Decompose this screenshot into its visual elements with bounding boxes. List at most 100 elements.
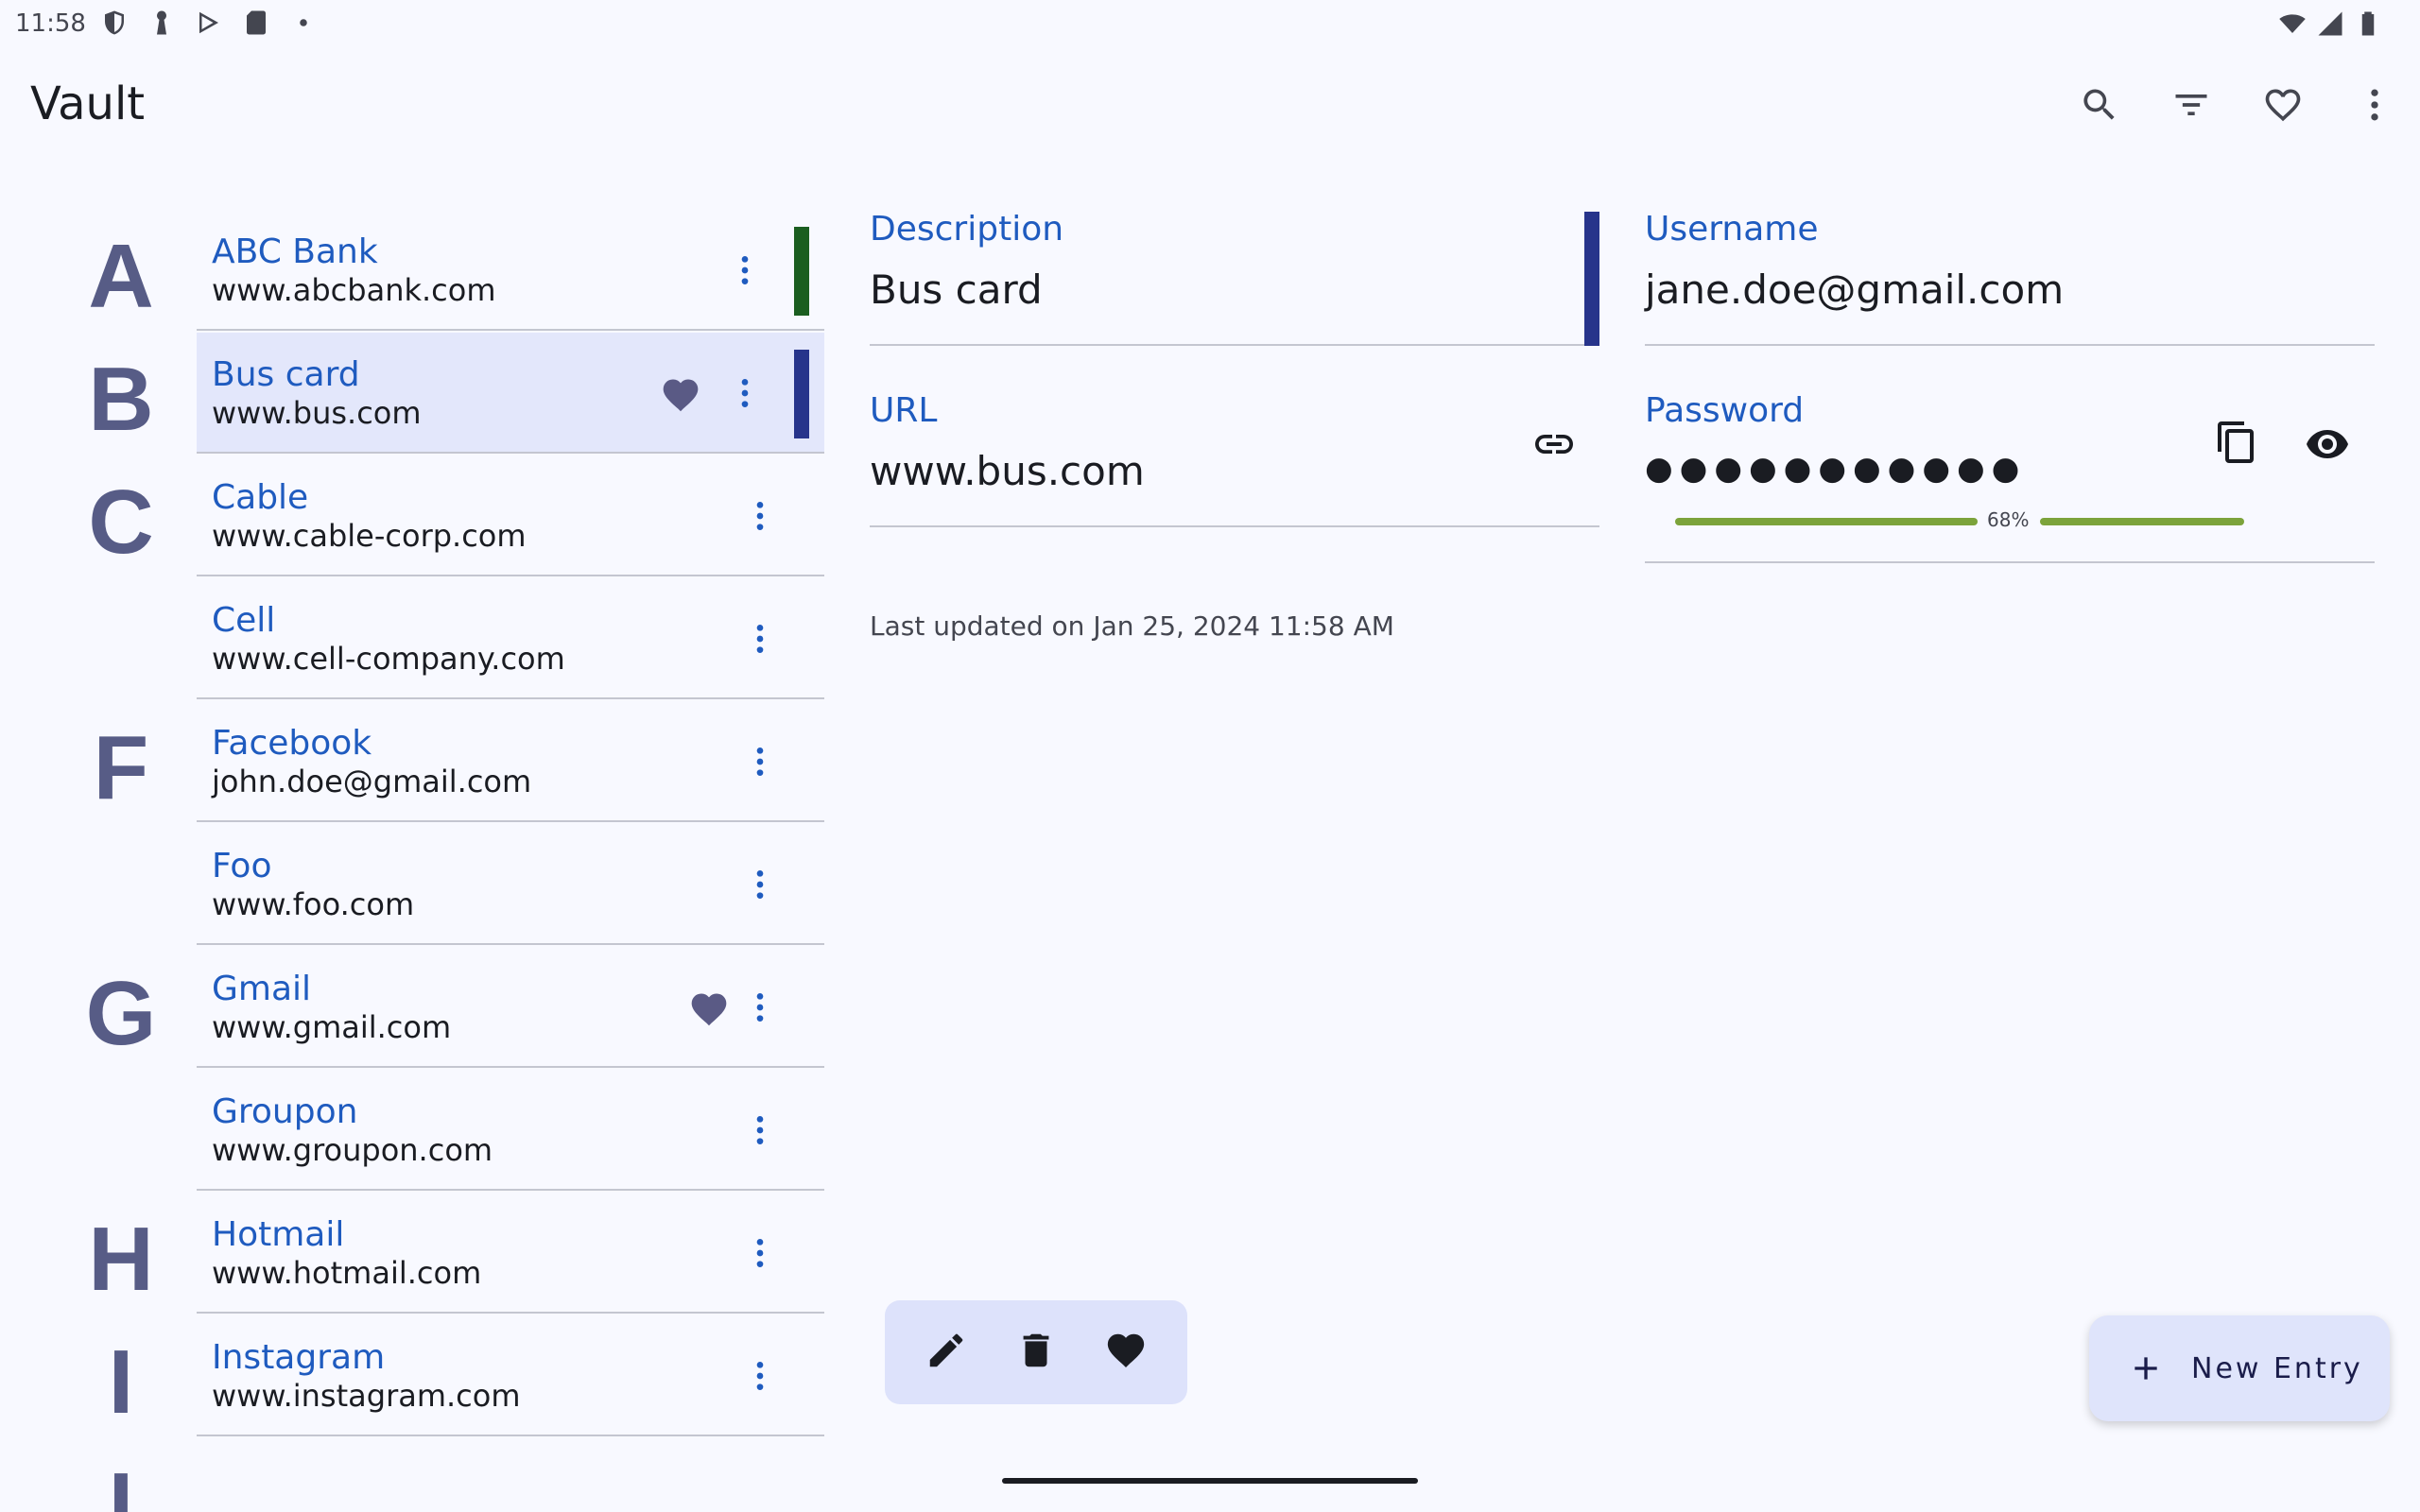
- section-letter: I: [108, 1454, 134, 1512]
- entry-name: ABC Bank: [212, 232, 378, 271]
- new-entry-button[interactable]: New Entry: [2089, 1315, 2390, 1421]
- entry-url: john.doe@gmail.com: [212, 764, 532, 799]
- description-divider: [870, 344, 1599, 346]
- favorites-button[interactable]: [2260, 82, 2306, 128]
- entry-name: Bus card: [212, 355, 360, 394]
- edit-button[interactable]: [925, 1329, 968, 1376]
- entry-name: Gmail: [212, 970, 312, 1008]
- password-strength-bar-left: [1675, 518, 1978, 525]
- entry-more-button[interactable]: [741, 618, 779, 660]
- list-item[interactable]: Cell www.cell-company.com: [0, 578, 824, 701]
- entry-more-button[interactable]: [741, 1355, 779, 1397]
- entry-action-bar: [885, 1300, 1187, 1404]
- search-icon: [2083, 89, 2115, 120]
- entry-name: Cell: [212, 601, 276, 640]
- list-item[interactable]: I Instagram www.instagram.com: [0, 1315, 824, 1438]
- entry-name: Groupon: [212, 1092, 358, 1131]
- list-item[interactable]: I: [0, 1438, 824, 1512]
- entry-card[interactable]: ABC Bank www.abcbank.com: [197, 210, 824, 331]
- entry-card[interactable]: Cell www.cell-company.com: [197, 578, 824, 699]
- list-item[interactable]: B Bus card www.bus.com: [0, 333, 824, 455]
- url-divider: [870, 525, 1599, 527]
- entry-more-button[interactable]: [741, 987, 779, 1028]
- entry-more-button[interactable]: [741, 1232, 779, 1274]
- more-vert-icon: [756, 1362, 764, 1390]
- entry-color-bar: [794, 350, 809, 438]
- more-vert-icon: [741, 256, 749, 284]
- entry-card[interactable]: Facebook john.doe@gmail.com: [197, 701, 824, 822]
- entry-name: Cable: [212, 478, 309, 517]
- shield-icon: [105, 10, 124, 35]
- description-label: Description: [870, 210, 1064, 249]
- entry-more-button[interactable]: [741, 495, 779, 537]
- entry-url: www.abcbank.com: [212, 272, 496, 308]
- open-link-icon[interactable]: [1531, 421, 1577, 467]
- entry-url: www.bus.com: [212, 395, 422, 431]
- entry-url: www.cell-company.com: [212, 641, 565, 677]
- gesture-handle[interactable]: [1002, 1478, 1418, 1484]
- list-item[interactable]: Groupon www.groupon.com: [0, 1070, 824, 1193]
- list-item[interactable]: C Cable www.cable-corp.com: [0, 455, 824, 578]
- app-title: Vault: [30, 77, 146, 130]
- more-vert-icon: [756, 502, 764, 530]
- entry-url: www.gmail.com: [212, 1009, 452, 1045]
- more-vert-icon: [756, 747, 764, 776]
- entry-url: www.cable-corp.com: [212, 518, 527, 554]
- username-divider: [1645, 344, 2375, 346]
- list-item[interactable]: H Hotmail www.hotmail.com: [0, 1193, 824, 1315]
- entry-more-button[interactable]: [741, 1109, 779, 1151]
- overflow-menu-button[interactable]: [2352, 82, 2397, 128]
- entry-card[interactable]: Bus card www.bus.com: [197, 333, 824, 454]
- entry-card[interactable]: Gmail www.gmail.com: [197, 947, 824, 1068]
- entry-url: www.groupon.com: [212, 1132, 493, 1168]
- entry-card[interactable]: Cable www.cable-corp.com: [197, 455, 824, 576]
- filter-button[interactable]: [2169, 82, 2214, 128]
- url-value[interactable]: www.bus.com: [870, 448, 1145, 494]
- sd-card-icon: [247, 10, 266, 35]
- password-value[interactable]: ●●●●●●●●●●●: [1645, 450, 2026, 488]
- entry-name: Foo: [212, 847, 272, 885]
- entry-more-button[interactable]: [726, 372, 764, 414]
- status-time: 11:58: [15, 9, 86, 38]
- edit-icon: [930, 1333, 963, 1367]
- new-entry-label: New Entry: [2191, 1351, 2363, 1385]
- entry-card[interactable]: Instagram www.instagram.com: [197, 1315, 824, 1436]
- description-value[interactable]: Bus card: [870, 266, 1043, 313]
- search-button[interactable]: [2077, 82, 2122, 128]
- last-updated-text: Last updated on Jan 25, 2024 11:58 AM: [870, 610, 1394, 642]
- favorite-toggle-button[interactable]: [1104, 1329, 1148, 1376]
- app-bar-actions: [2077, 82, 2397, 128]
- battery-icon: [2361, 11, 2375, 36]
- entry-more-button[interactable]: [741, 864, 779, 905]
- more-vert-icon: [2371, 89, 2378, 121]
- entry-color-bar: [794, 227, 809, 316]
- heart-filled-icon[interactable]: [660, 374, 701, 416]
- entry-more-button[interactable]: [726, 249, 764, 291]
- entry-name: Hotmail: [212, 1215, 345, 1254]
- entry-more-button[interactable]: [741, 741, 779, 782]
- copy-icon[interactable]: [2214, 420, 2259, 465]
- signal-icon: [2318, 11, 2342, 36]
- heart-filled-icon[interactable]: [688, 988, 730, 1030]
- list-item[interactable]: F Facebook john.doe@gmail.com: [0, 701, 824, 824]
- password-divider: [1645, 561, 2375, 563]
- delete-button[interactable]: [1014, 1329, 1058, 1376]
- more-vert-icon: [756, 1116, 764, 1144]
- entry-list[interactable]: A ABC Bank www.abcbank.com B Bus card ww…: [0, 210, 824, 1512]
- dot-icon: [300, 19, 307, 26]
- visibility-icon[interactable]: [2305, 421, 2350, 467]
- entry-card[interactable]: Foo www.foo.com: [197, 824, 824, 945]
- list-item[interactable]: A ABC Bank www.abcbank.com: [0, 210, 824, 333]
- heart-filled-icon: [1107, 1333, 1144, 1368]
- plus-icon: [2135, 1357, 2157, 1380]
- entry-name: Instagram: [212, 1338, 386, 1377]
- entry-card[interactable]: Hotmail www.hotmail.com: [197, 1193, 824, 1314]
- entry-card[interactable]: Groupon www.groupon.com: [197, 1070, 824, 1191]
- more-vert-icon: [756, 870, 764, 899]
- username-value[interactable]: jane.doe@gmail.com: [1645, 266, 2064, 313]
- password-strength-label: 68%: [1987, 508, 2030, 531]
- list-item[interactable]: G Gmail www.gmail.com: [0, 947, 824, 1070]
- list-item[interactable]: Foo www.foo.com: [0, 824, 824, 947]
- more-vert-icon: [741, 379, 749, 407]
- keyhole-icon: [157, 10, 166, 35]
